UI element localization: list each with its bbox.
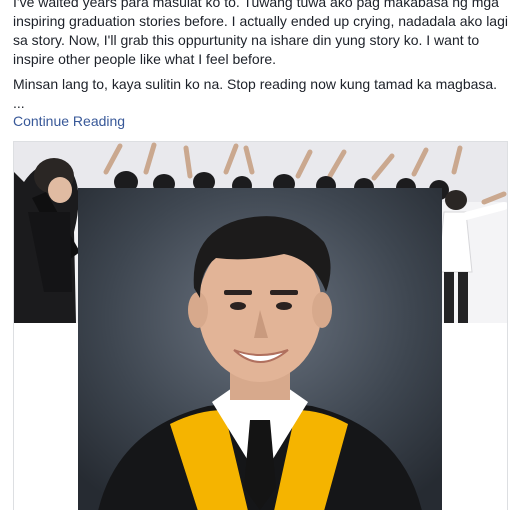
graduation-portrait-image[interactable] [78, 188, 442, 510]
post-paragraph-1: I've waited years para masulat ko to. Tu… [13, 0, 508, 67]
post-media-collage[interactable] [13, 141, 508, 510]
continue-reading-link[interactable]: Continue Reading [13, 112, 125, 130]
post-ellipsis: ... [13, 95, 25, 111]
post-body: I've waited years para masulat ko to. Tu… [13, 0, 508, 110]
post-paragraph-2: Minsan lang to, kaya sulitin ko na. Stop… [13, 76, 498, 92]
